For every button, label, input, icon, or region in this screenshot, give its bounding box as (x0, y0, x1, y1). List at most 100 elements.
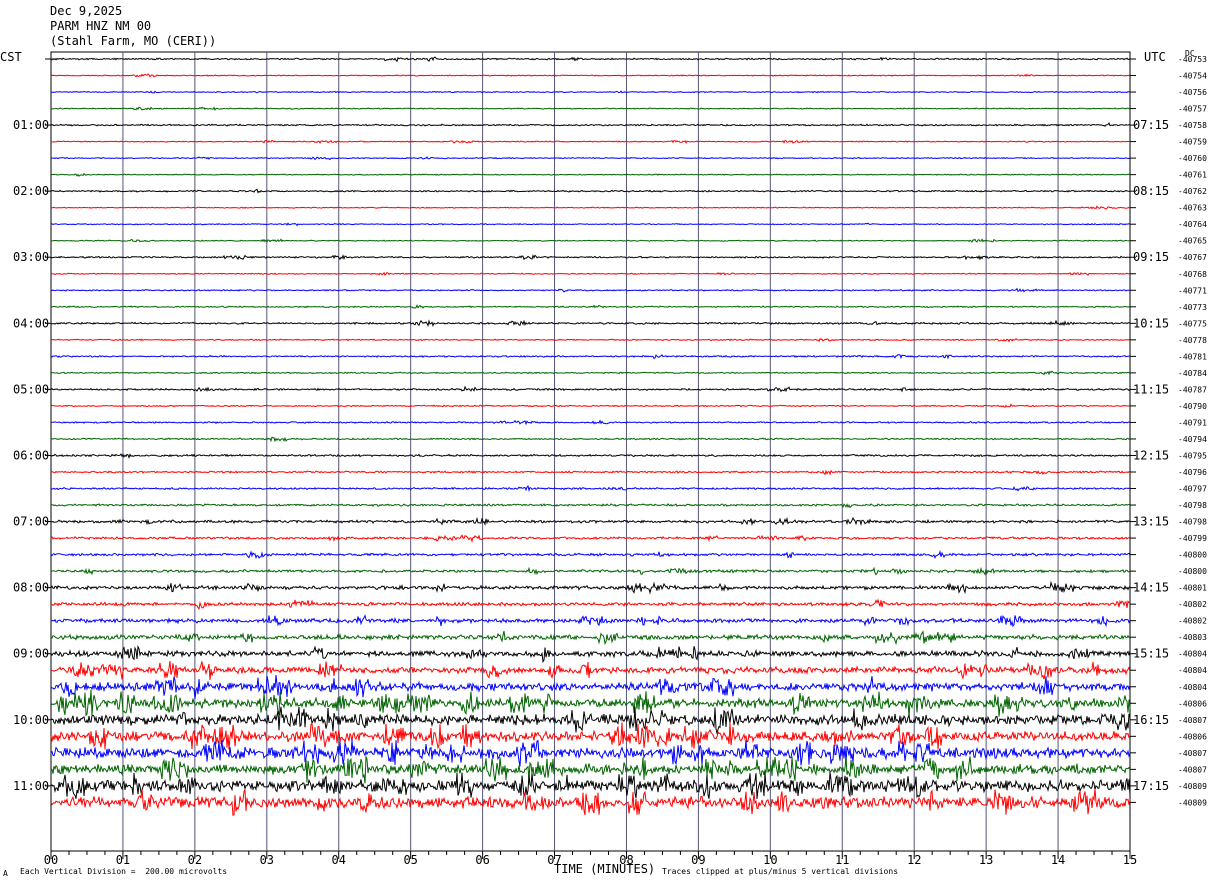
seismic-trace (50, 598, 1131, 610)
x-tick-label: 02 (188, 853, 202, 867)
cst-time-label: 06:00 (13, 448, 49, 462)
seismic-trace (50, 337, 1131, 343)
cst-time-label: 01:00 (13, 118, 49, 132)
utc-time-label: 09:15 (1133, 250, 1169, 264)
seismic-trace (50, 580, 1131, 595)
seismic-trace (50, 304, 1131, 309)
seismic-trace (50, 739, 1131, 767)
dc-offset-label: -40771 (1178, 286, 1207, 295)
dc-offset-label: -40759 (1178, 138, 1207, 147)
x-tick-label: 15 (1123, 853, 1137, 867)
utc-time-label: 17:15 (1133, 779, 1169, 793)
seismic-trace (51, 271, 1131, 277)
utc-time-label: 11:15 (1133, 382, 1169, 396)
seismic-trace (50, 354, 1131, 360)
dc-offset-label: -40797 (1178, 485, 1207, 494)
dc-offset-label: -40800 (1178, 551, 1207, 560)
seismic-trace (50, 788, 1131, 816)
cst-time-label: 05:00 (13, 382, 49, 396)
seismic-trace (51, 566, 1131, 576)
dc-offset-label: -40761 (1178, 171, 1207, 180)
cst-time-label: 11:00 (13, 779, 49, 793)
helicorder-plot: 00 01 02 03 04 05 06 07 08 09 10 11 12 13 14 15-40753-4… (13, 51, 1207, 867)
dc-offset-label: -40762 (1178, 187, 1207, 196)
dc-offset-label: -40778 (1178, 336, 1207, 345)
x-tick-label: 01 (116, 853, 130, 867)
scale-mark: A (3, 869, 8, 878)
dc-offset-label: -40795 (1178, 451, 1207, 460)
cst-time-label: 03:00 (13, 250, 49, 264)
dc-offset-label: -40801 (1178, 584, 1207, 593)
utc-time-label: 10:15 (1133, 316, 1169, 330)
dc-offset-label: -40798 (1178, 501, 1207, 510)
dc-offset-label: -40804 (1178, 650, 1207, 659)
dc-offset-label: -40807 (1178, 716, 1207, 725)
x-tick-label: 10 (763, 853, 777, 867)
dc-offset-label: -40809 (1178, 798, 1207, 807)
x-tick-label: 13 (979, 853, 993, 867)
seismic-trace (50, 90, 1131, 94)
seismic-trace (50, 370, 1131, 376)
seismic-trace (50, 614, 1131, 628)
dc-offset-label: -40763 (1178, 204, 1207, 213)
dc-offset-label: -40802 (1178, 600, 1207, 609)
dc-offset-label: -40781 (1178, 352, 1207, 361)
seismic-trace (50, 756, 1131, 784)
dc-offset-label: -40794 (1178, 435, 1207, 444)
seismic-trace (50, 254, 1131, 261)
seismic-trace (50, 516, 1131, 527)
dc-offset-label: -40767 (1178, 253, 1207, 262)
seismic-trace (50, 675, 1131, 699)
clip-text: Traces clipped at plus/minus 5 vertical … (662, 867, 899, 876)
x-tick-label: 11 (835, 853, 849, 867)
utc-time-label: 13:15 (1133, 515, 1169, 529)
seismic-trace (50, 630, 1131, 646)
x-tick-label: 09 (691, 853, 705, 867)
x-tick-label: 12 (907, 853, 921, 867)
seismic-trace (50, 503, 1131, 509)
dc-offset-label: -40756 (1178, 88, 1207, 97)
utc-time-label: 15:15 (1133, 647, 1169, 661)
dc-offset-label: -40764 (1178, 220, 1207, 229)
dc-offset-label: -40806 (1178, 699, 1207, 708)
cst-time-label: 02:00 (13, 184, 49, 198)
seismic-trace (50, 319, 1130, 328)
seismic-trace (50, 661, 1131, 681)
seismic-trace (50, 550, 1131, 560)
seismic-trace (50, 106, 1131, 111)
seismic-trace (50, 188, 1131, 194)
dc-offset-label: -40790 (1178, 402, 1207, 411)
seismic-trace (50, 689, 1131, 717)
x-tick-label: 14 (1051, 853, 1065, 867)
dc-offset-label: -40803 (1178, 633, 1207, 642)
seismic-trace (50, 419, 1131, 426)
seismic-trace (50, 484, 1131, 493)
seismic-trace (50, 73, 1131, 78)
x-tick-label: 03 (260, 853, 274, 867)
x-tick-label: 05 (403, 853, 417, 867)
cst-time-label: 04:00 (13, 316, 49, 330)
utc-time-label: 14:15 (1133, 581, 1169, 595)
cst-time-label: 08:00 (13, 581, 49, 595)
dc-offset-label: -40799 (1178, 534, 1207, 543)
seismic-trace (50, 706, 1131, 734)
seismic-trace (50, 722, 1131, 750)
cst-time-label: 07:00 (13, 515, 49, 529)
seismic-trace (50, 771, 1131, 799)
seismic-trace (50, 469, 1131, 476)
dc-offset-label: -40754 (1178, 72, 1207, 81)
cst-time-label: 10:00 (13, 713, 49, 727)
utc-time-label: 07:15 (1133, 118, 1169, 132)
seismic-trace (50, 403, 1131, 408)
dc-offset-label: -40807 (1178, 749, 1207, 758)
dc-offset-label: -40775 (1178, 319, 1207, 328)
seismic-trace (50, 56, 1131, 63)
dc-offset-label: -40758 (1178, 121, 1207, 130)
seismic-trace (50, 139, 1130, 144)
cst-time-label: 09:00 (13, 647, 49, 661)
dc-offset-label: -40757 (1178, 105, 1207, 114)
dc-offset-label: -40809 (1178, 782, 1207, 791)
dc-offset-label: -40798 (1178, 518, 1207, 527)
dc-offset-label: -40807 (1178, 765, 1207, 774)
x-axis-title: TIME (MINUTES) (554, 862, 656, 876)
